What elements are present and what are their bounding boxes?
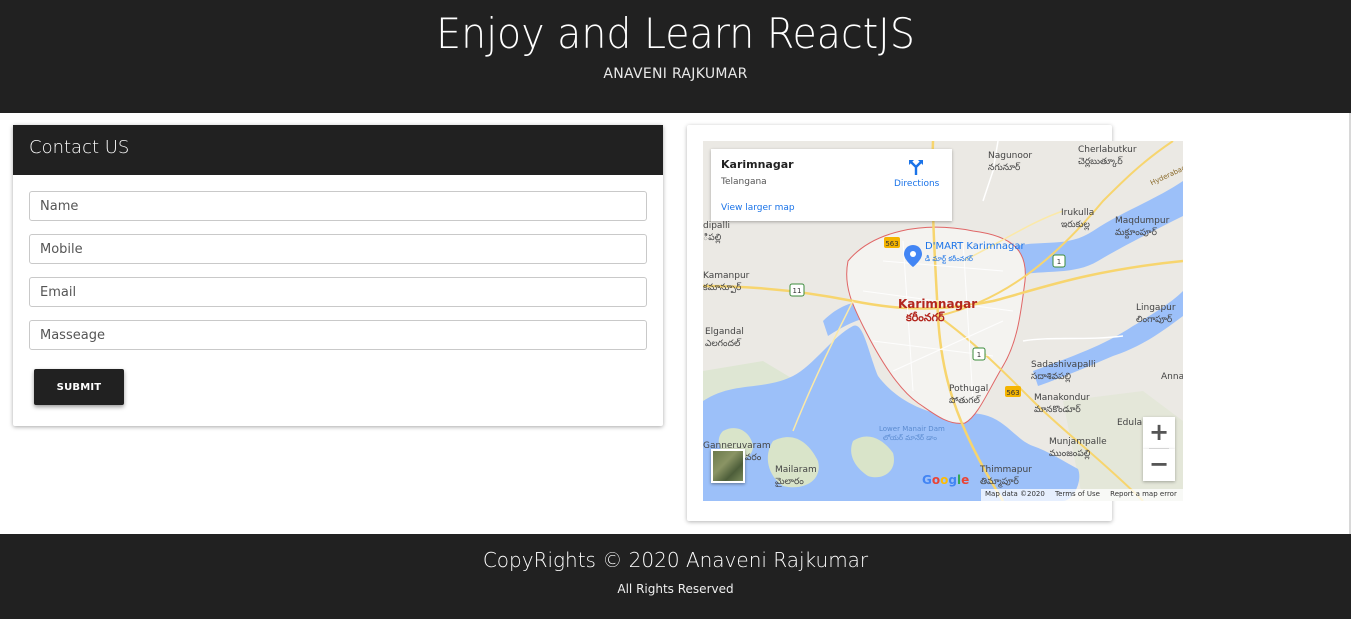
map-label: సదాశివపల్లి	[1031, 372, 1072, 382]
map-label: dipalli	[703, 221, 730, 231]
map-label: లింగాపూర్	[1136, 315, 1173, 325]
map-label: Nagunoor	[988, 151, 1033, 161]
map-label: ముంజంపల్లి	[1049, 449, 1091, 459]
map-label: మానకొండూర్	[1034, 405, 1081, 415]
map-label: Irukulla	[1061, 208, 1095, 218]
directions-link[interactable]: Directions	[894, 179, 939, 189]
contact-card: Contact US SUBMIT	[13, 125, 663, 426]
satellite-toggle[interactable]	[711, 449, 745, 483]
map-label: Mailaram	[775, 465, 817, 475]
map-label: పోతుగల్	[949, 396, 980, 406]
page-title: Enjoy and Learn ReactJS	[436, 9, 915, 58]
map-label: నగునూర్	[988, 163, 1021, 173]
map-label: ిపల్లి	[703, 233, 722, 243]
terms-link[interactable]: Terms of Use	[1055, 490, 1100, 498]
map-label: Cherlabutkur	[1078, 145, 1137, 155]
map-label: ఎలగందల్	[705, 339, 741, 349]
message-field[interactable]	[29, 320, 647, 350]
site-footer: CopyRights © 2020 Anaveni Rajkumar All R…	[0, 534, 1351, 619]
site-header: Enjoy and Learn ReactJS ANAVENI RAJKUMAR	[0, 0, 1351, 113]
shield-563-b: 563	[1006, 389, 1019, 397]
map-card: 563 563 11 1 1 Nagunoor నగునూర్ Cherlabu…	[687, 125, 1183, 521]
map-label: డీ మార్ట్ కరీంనగర్	[925, 255, 973, 263]
map-city-label: Karimnagar	[898, 297, 978, 311]
map-label: చెర్లబుత్కూర్	[1078, 157, 1123, 167]
zoom-in-button[interactable]: +	[1143, 417, 1175, 449]
rights-text: All Rights Reserved	[617, 582, 734, 596]
map-label: Munjampalle	[1049, 437, 1107, 447]
map-label: మైలారం	[775, 477, 804, 487]
embedded-map[interactable]: 563 563 11 1 1 Nagunoor నగునూర్ Cherlabu…	[703, 141, 1183, 501]
map-label: తిమ్మాపూర్	[980, 477, 1019, 487]
mobile-field[interactable]	[29, 234, 647, 264]
place-name: Karimnagar	[721, 158, 794, 171]
google-logo: Google	[922, 473, 970, 487]
email-field[interactable]	[29, 277, 647, 307]
shield-11: 11	[793, 287, 802, 295]
place-info-card: Karimnagar Telangana View larger map Dir…	[711, 149, 952, 221]
map-label: వరం	[745, 453, 762, 463]
name-field[interactable]	[29, 191, 647, 221]
map-city-label-te: కరీంనగర్	[906, 311, 945, 324]
contact-heading: Contact US	[13, 125, 663, 175]
map-label: ఇరుకుల్ల	[1061, 220, 1090, 230]
map-label: కమాన్పూర్	[703, 283, 742, 293]
submit-button[interactable]: SUBMIT	[34, 369, 124, 405]
view-larger-map-link[interactable]: View larger map	[721, 203, 795, 213]
map-label: Elgandal	[705, 327, 744, 337]
zoom-out-button[interactable]: −	[1143, 449, 1175, 481]
report-error-link[interactable]: Report a map error	[1110, 490, 1177, 498]
author-name: ANAVENI RAJKUMAR	[603, 66, 748, 82]
shield-1-a: 1	[1057, 258, 1061, 266]
map-label: Kamanpur	[703, 271, 750, 281]
map-label: Pothugal	[949, 384, 989, 394]
directions-icon[interactable]	[907, 158, 925, 176]
map-attribution: Map data ©2020 Terms of Use Report a map…	[981, 489, 1183, 501]
map-label: Anna	[1161, 372, 1183, 382]
map-label: మక్దూంపూర్	[1115, 228, 1157, 238]
map-label: Lingapur	[1136, 303, 1176, 313]
map-label: Manakondur	[1034, 393, 1090, 403]
map-label: Edula	[1117, 418, 1143, 428]
map-label: Thimmapur	[980, 465, 1032, 475]
map-label: Maqdumpur	[1115, 216, 1170, 226]
shield-563-a: 563	[885, 240, 898, 248]
copyright-text: CopyRights © 2020 Anaveni Rajkumar	[482, 548, 869, 572]
map-water-label: లోయర్ మానేర్ డాం	[883, 434, 937, 442]
map-poi-label[interactable]: D'MART Karimnagar	[925, 241, 1025, 252]
shield-1-b: 1	[977, 351, 981, 359]
map-label: Sadashivapalli	[1031, 360, 1096, 370]
place-region: Telangana	[721, 177, 767, 187]
map-data-text: Map data ©2020	[985, 490, 1045, 498]
